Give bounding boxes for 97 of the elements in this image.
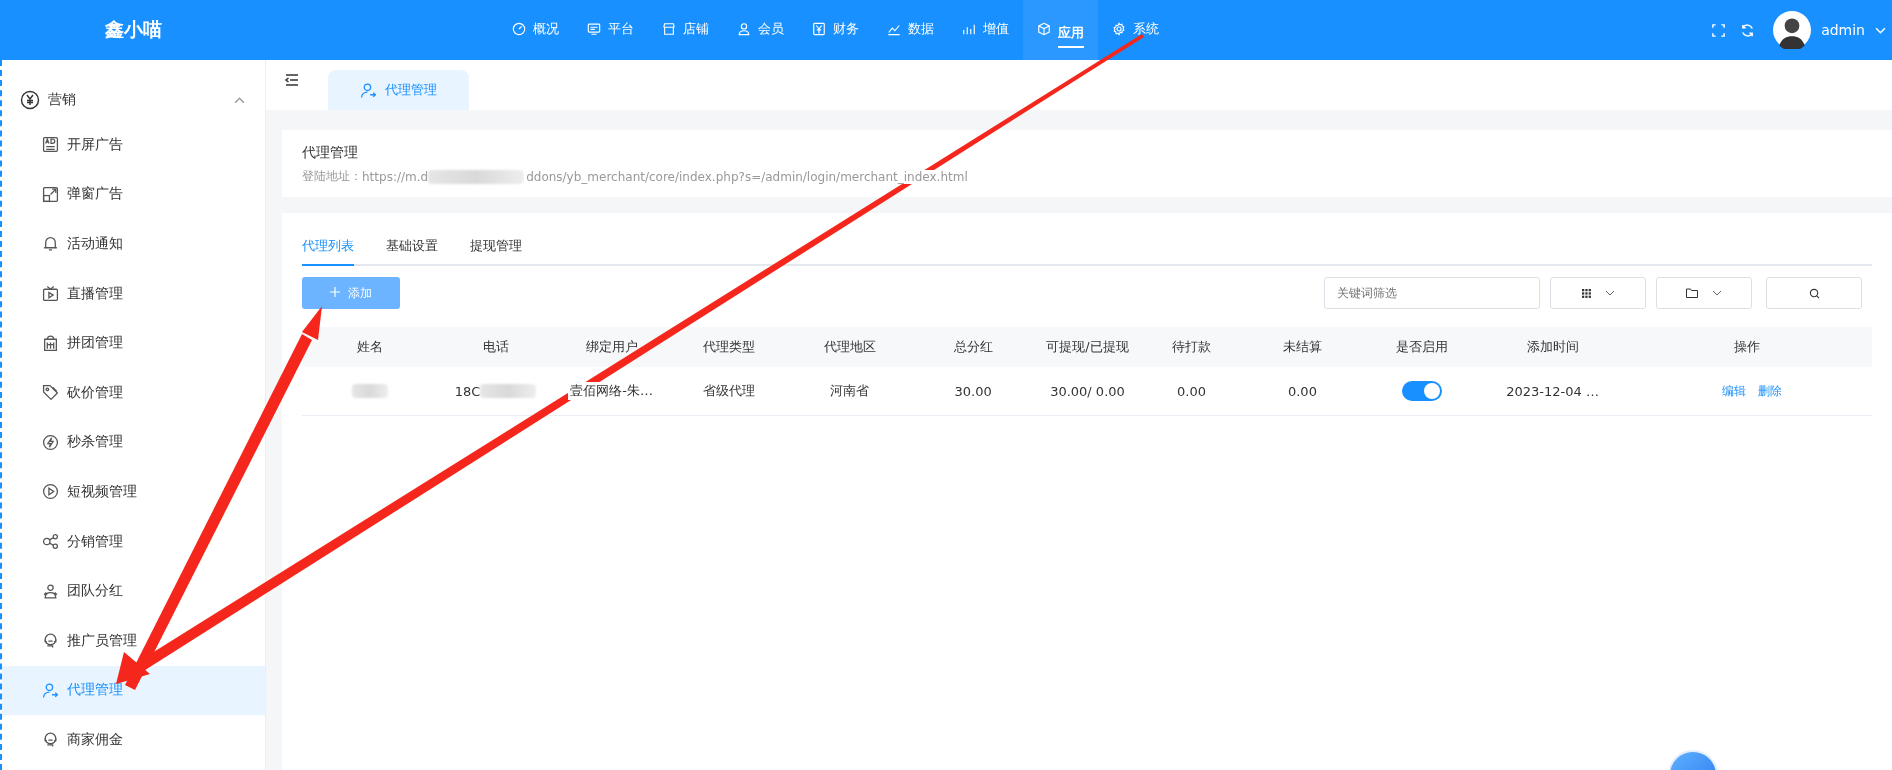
user-arrow-icon (360, 81, 377, 99)
column-header: 代理类型 (701, 338, 756, 356)
nav-tab[interactable]: 店铺 (648, 0, 723, 60)
tab[interactable]: 提现管理 (470, 237, 522, 266)
table-cell: 30.00/ 0.00 (1050, 383, 1125, 399)
table-cell: 壹佰网络-朱… (568, 382, 655, 400)
bell-icon (42, 235, 59, 253)
logo-text: 鑫小喵 (104, 17, 163, 42)
caret-icon (1712, 288, 1722, 298)
user-icon (737, 22, 751, 36)
sidebar-item[interactable]: 直播管理 (2, 268, 265, 319)
column-header: 操作 (1733, 338, 1762, 356)
login-url-label: 登陆地址： (302, 168, 362, 185)
nav-tab[interactable]: 应用 (1023, 0, 1098, 60)
sidebar-item[interactable]: 分销管理 (2, 516, 265, 567)
sidebar-item[interactable]: 活动通知 (2, 219, 265, 269)
sidebar-item[interactable]: 开屏广告 (2, 120, 265, 170)
blurred-text (480, 384, 537, 398)
column-header: 代理地区 (822, 338, 877, 356)
column-header: 电话 (481, 338, 510, 356)
sidebar-item[interactable]: 推广员管理 (2, 615, 265, 666)
nav-tab[interactable]: 会员 (723, 0, 798, 60)
page-title: 代理管理 (302, 144, 359, 162)
folder-icon (1686, 288, 1698, 298)
sidebar-item[interactable]: 商家佣金 (2, 715, 265, 765)
grid-icon (1581, 288, 1591, 298)
gear-icon (1112, 22, 1126, 36)
headset-icon (42, 632, 59, 650)
table-cell: 省级代理 (702, 382, 755, 400)
ad-icon (42, 136, 59, 154)
share-icon (42, 533, 59, 551)
table-cell: 0.00 (1287, 383, 1317, 399)
store-icon (662, 22, 676, 36)
caret-icon (1604, 288, 1615, 298)
sidebar-item[interactable]: 秒杀管理 (2, 417, 265, 468)
chevron-icon (234, 94, 245, 106)
monitor-icon (587, 22, 601, 36)
tv-icon (42, 285, 59, 303)
headset-icon (42, 731, 59, 749)
column-header: 未结算 (1281, 338, 1323, 356)
table-cell: 0.00 (1177, 383, 1206, 399)
columns-button[interactable] (1550, 277, 1646, 309)
nav-tab[interactable]: 增值 (948, 0, 1023, 60)
add-button[interactable]: 添加 (302, 277, 400, 309)
toggle-switch[interactable] (1402, 381, 1443, 401)
action-link[interactable]: 删除 (1758, 382, 1783, 400)
bag-icon (42, 334, 59, 352)
avatar-icon[interactable] (1773, 11, 1812, 49)
column-header: 待打款 (1171, 338, 1212, 356)
action-link[interactable]: 编辑 (1722, 382, 1747, 400)
plus-icon (330, 286, 340, 297)
column-header: 添加时间 (1525, 338, 1580, 356)
search-icon (1808, 287, 1820, 299)
page-tab[interactable]: 代理管理 (328, 70, 469, 110)
nav-tab[interactable]: 系统 (1098, 0, 1173, 60)
yen-icon (20, 90, 40, 110)
table-cell: 30.00 (954, 383, 992, 399)
lightning-icon (42, 433, 59, 451)
column-header: 绑定用户 (584, 338, 639, 356)
nav-tab[interactable]: 数据 (873, 0, 948, 60)
sidebar-item[interactable]: 砍价管理 (2, 367, 265, 418)
login-url: https://m.d (362, 169, 429, 184)
column-header: 姓名 (355, 338, 384, 356)
menu-icon[interactable] (284, 72, 300, 88)
table-cell: 河南省 (830, 382, 870, 400)
user-arrow-icon (42, 681, 59, 699)
tab[interactable]: 基础设置 (386, 237, 438, 266)
sidebar-item[interactable]: 拼团管理 (2, 318, 265, 368)
tag-icon (42, 384, 59, 402)
tab[interactable]: 代理列表 (302, 237, 354, 266)
popup-icon (42, 185, 59, 203)
fullscreen-icon[interactable] (1711, 22, 1727, 38)
nav-tab[interactable]: 平台 (573, 0, 648, 60)
table-cell: 2023-12-04 … (1506, 383, 1599, 399)
column-header: 是否启用 (1395, 338, 1450, 356)
nav-tab[interactable]: 概况 (498, 0, 573, 60)
bar-chart-icon (962, 22, 976, 36)
table-cell: 18C (454, 383, 481, 399)
column-header: 总分红 (952, 338, 994, 356)
sidebar-item[interactable]: 短视频管理 (2, 467, 265, 517)
sidebar-item[interactable]: 弹窗广告 (2, 169, 265, 220)
cube-icon (1037, 22, 1051, 36)
nav-tab[interactable]: 财务 (798, 0, 873, 60)
sidebar-item[interactable]: 代理管理 (2, 665, 265, 716)
line-chart-icon (887, 22, 901, 36)
play-icon (42, 483, 59, 501)
menu-group[interactable]: 营销 (2, 80, 265, 120)
username[interactable]: admin (1821, 22, 1865, 38)
search-field[interactable]: 关键词筛选 (1324, 277, 1540, 309)
team-icon (42, 582, 59, 600)
yen-icon (812, 22, 826, 36)
blurred-text (351, 384, 388, 398)
refresh-icon[interactable] (1740, 22, 1756, 38)
login-url: ddons/yb_merchant/core/index.php?s=/admin/login/merchant_index.html (524, 169, 970, 184)
gauge-icon (512, 22, 526, 36)
sidebar-item[interactable]: 团队分红 (2, 566, 265, 616)
column-header: 可提现/已提现 (1045, 338, 1130, 356)
